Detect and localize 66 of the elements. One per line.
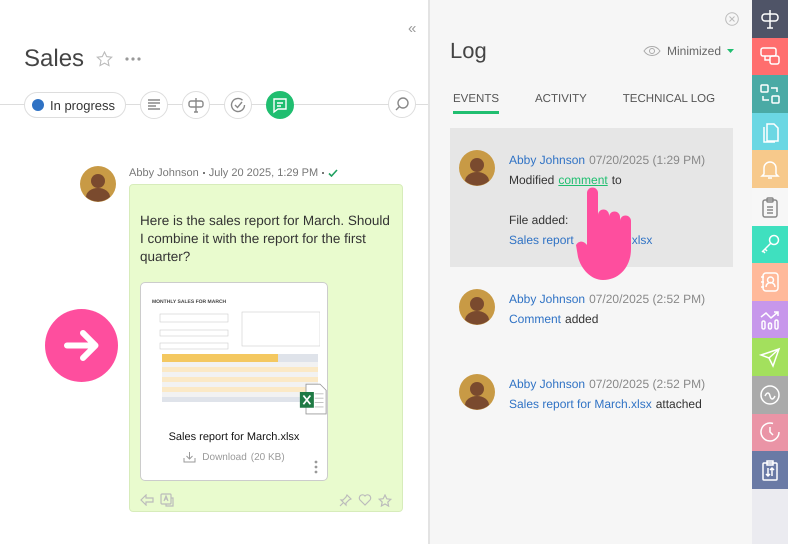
author-link[interactable]: Abby Johnson [509,374,586,394]
avatar [459,289,495,325]
entry-text: added [565,311,598,328]
spreadsheet-file-icon [299,383,327,415]
wave-icon [759,384,781,406]
file-link[interactable]: Sales report for March.xlsx [509,394,652,414]
page-title: Sales [24,45,84,73]
view-mode-dropdown[interactable]: Minimized [642,44,734,58]
more-icon[interactable] [125,57,142,61]
entry-time: 07/20/2025 (2:52 PM) [589,376,706,393]
caret-icon [727,49,734,53]
sidebar-tab[interactable] [752,0,788,38]
swap-icon [759,82,781,105]
log-tab[interactable]: ACTIVITY [535,93,587,114]
log-tab[interactable]: TECHNICAL LOG [622,93,716,114]
chat-icon [271,96,290,114]
signpost-icon [187,96,206,114]
close-button[interactable] [725,12,739,29]
star-icon[interactable] [378,494,392,506]
toolbar-button[interactable] [266,91,294,119]
eye-icon [642,45,661,57]
file-link[interactable]: xlsx [632,230,652,250]
entry-text: File added: [509,212,568,229]
author-name: Abby Johnson [129,167,199,179]
file-name: Sales report for March.xlsx [168,431,300,443]
pin-icon[interactable] [339,494,352,506]
entry-text: to [612,172,622,189]
avatar [80,166,116,202]
star-icon[interactable] [96,51,114,67]
clock-icon [759,421,781,444]
log-title: Log [450,38,488,64]
contact-card-icon [759,270,781,293]
author-link[interactable]: Abby Johnson [509,289,586,309]
arrow-circle-icon [45,309,118,382]
close-icon [725,12,739,26]
download-icon [183,451,196,463]
translate-icon[interactable] [160,493,174,507]
screens-icon [759,45,781,68]
entry-time: 07/20/2025 (1:29 PM) [589,152,706,169]
heart-icon[interactable] [358,494,372,506]
file-size: (20 KB) [250,452,285,462]
key-icon [759,233,781,256]
search-button[interactable] [388,90,416,118]
sidebar-tab[interactable] [752,451,788,489]
message-text: Here is the sales report for March. Should I combine it with the report for the first quarter? [140,212,391,266]
check-circle-icon [229,96,248,114]
more-icon[interactable] [314,460,318,474]
sidebar-tab[interactable] [752,188,788,226]
log-tab[interactable]: EVENTS [453,93,500,114]
file-link[interactable]: Comment [509,309,562,329]
download-button[interactable]: Download [183,451,247,463]
entry-text: attached [656,396,702,413]
entry-text: Modified [509,172,554,189]
search-icon [393,95,411,113]
status-button[interactable]: In progress [24,92,126,118]
message-time: July 20 2025, 1:29 PM [208,167,318,179]
chart-icon [759,308,781,331]
entry-time: 07/20/2025 (2:52 PM) [589,291,706,308]
avatar [459,150,495,186]
paper-plane-icon [759,346,781,368]
file-link[interactable]: Sales report [509,230,574,250]
signpost-icon [759,8,781,30]
author-link[interactable]: Abby Johnson [509,150,586,170]
reply-icon[interactable] [140,494,154,506]
collapse-button[interactable]: « [408,20,416,37]
avatar [459,374,495,410]
